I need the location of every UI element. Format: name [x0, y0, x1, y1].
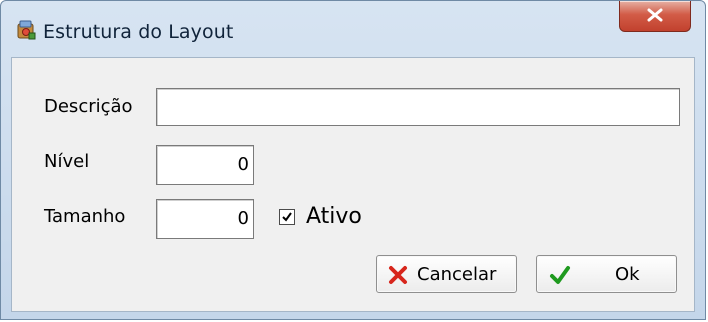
- checkmark-icon: [282, 212, 292, 222]
- cancel-button[interactable]: Cancelar: [376, 255, 517, 293]
- dialog-body: Descrição Nível 0 Tamanho 0 Ativo Cancel…: [11, 57, 695, 312]
- dialog-window: Estrutura do Layout Descrição Nível 0 Ta…: [0, 0, 706, 320]
- ok-button[interactable]: Ok: [536, 255, 677, 293]
- window-title: Estrutura do Layout: [43, 21, 234, 43]
- ativo-label[interactable]: Ativo: [306, 204, 362, 229]
- descricao-input[interactable]: [156, 88, 680, 126]
- green-check-icon: [550, 266, 570, 284]
- ativo-checkbox[interactable]: [279, 209, 295, 225]
- cancel-button-label: Cancelar: [417, 264, 497, 285]
- close-x-icon: [647, 8, 663, 22]
- ok-button-label: Ok: [615, 264, 640, 285]
- close-button[interactable]: [619, 1, 691, 32]
- layout-structure-icon: [15, 19, 37, 41]
- nivel-label: Nível: [44, 151, 90, 172]
- red-x-icon: [389, 266, 407, 284]
- nivel-input[interactable]: 0: [156, 145, 254, 185]
- title-bar[interactable]: Estrutura do Layout: [1, 1, 705, 53]
- tamanho-input[interactable]: 0: [156, 199, 254, 239]
- descricao-label: Descrição: [44, 96, 133, 117]
- tamanho-label: Tamanho: [44, 206, 126, 227]
